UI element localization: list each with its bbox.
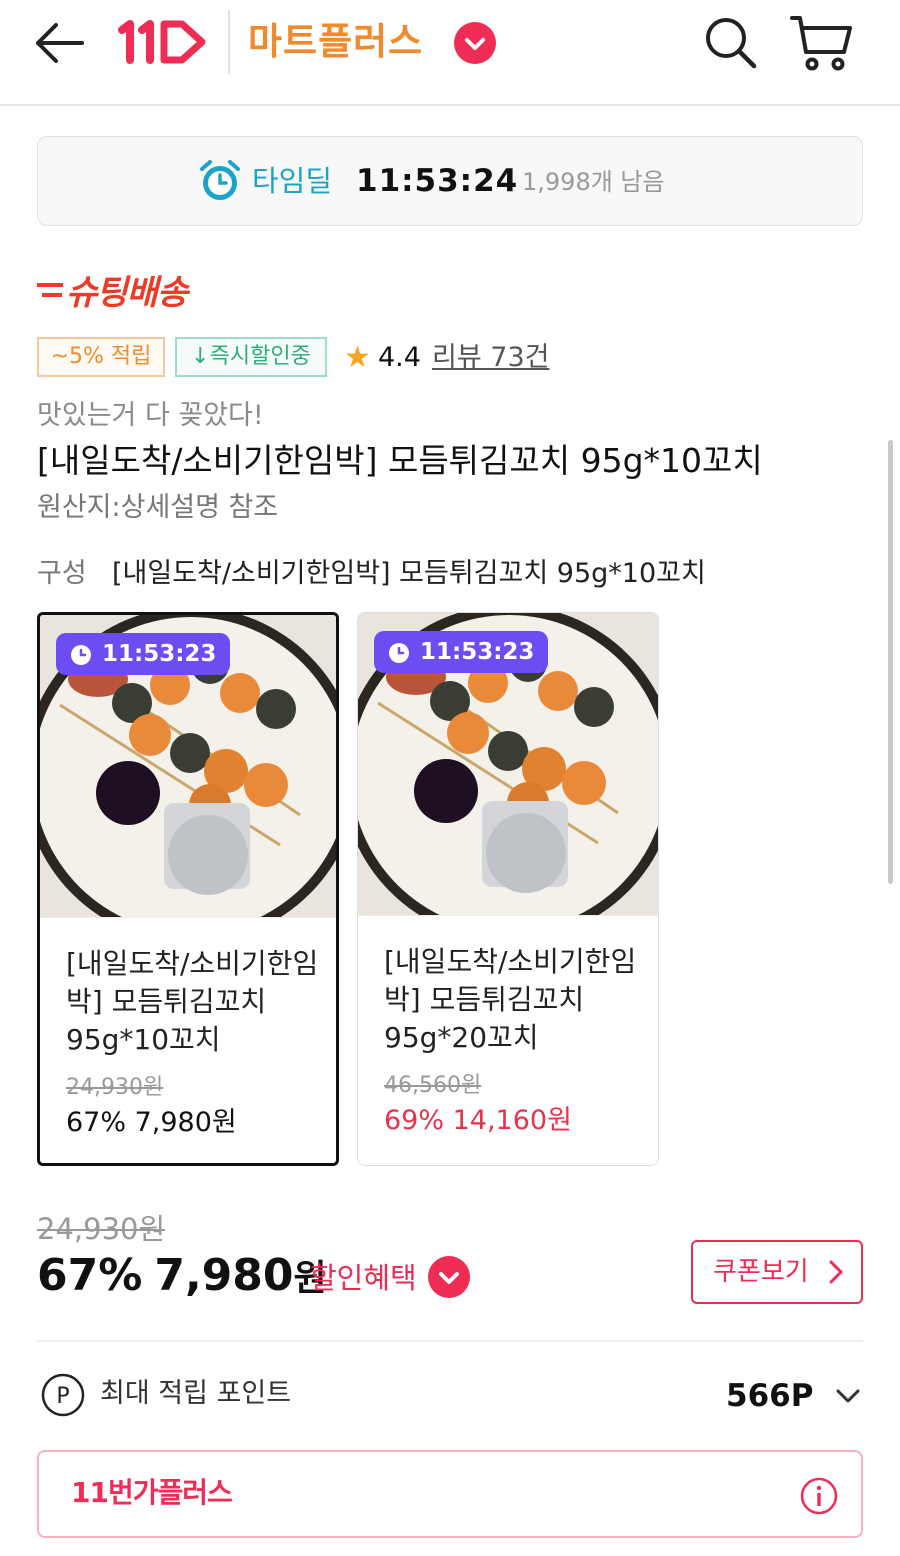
arrow-left-icon: [36, 23, 84, 63]
star-icon: ★: [344, 340, 371, 375]
original-price: 24,930원: [37, 1212, 166, 1246]
alarm-clock-icon: [389, 643, 409, 663]
svg-text:P: P: [56, 1384, 69, 1409]
search-icon: [706, 18, 757, 69]
product-title: [내일도착/소비기한임박] 모듬튀김꼬치 95g*10꼬치: [37, 441, 763, 480]
timedeal-remaining-count: 1,998개 남음: [522, 168, 665, 196]
membership-label: 11번가플러스: [71, 1476, 233, 1509]
option-sale-price: 69% 14,160원: [384, 1105, 572, 1136]
benefit-dropdown-button[interactable]: [428, 1256, 470, 1298]
chevron-down-icon: [439, 1272, 459, 1284]
speed-line-decoration: [37, 283, 63, 287]
chevron-down-icon[interactable]: [834, 1386, 862, 1406]
composition-value: [내일도착/소비기한임박] 모듬튀김꼬치 95g*10꼬치: [112, 558, 706, 589]
section-divider: [37, 1340, 863, 1342]
chevron-down-icon: [465, 38, 485, 50]
option-card-10[interactable]: 11:53:23 [내일도착/소비기한임박] 모듬튀김꼬치 95g*10꼬치 2…: [37, 612, 339, 1166]
store-name[interactable]: 마트플러스: [248, 16, 423, 68]
alarm-clock-icon: [198, 159, 242, 203]
option-timer-text: 11:53:23: [102, 641, 217, 667]
option-card-20[interactable]: 11:53:23 [내일도착/소비기한임박] 모듬튀김꼬치 95g*20꼬치 4…: [357, 612, 659, 1166]
card-divider: [358, 915, 658, 916]
membership-banner[interactable]: 11번가플러스: [37, 1450, 863, 1538]
instant-discount-badge: ↓즉시할인중: [175, 337, 327, 377]
max-points-value: 566P: [726, 1378, 814, 1414]
top-header: 마트플러스: [0, 0, 900, 106]
option-timer-text: 11:53:23: [420, 639, 535, 665]
point-coin-icon: P: [40, 1372, 86, 1418]
option-title: [내일도착/소비기한임박] 모듬튀김꼬치 95g*10꼬치: [66, 947, 319, 1056]
shooting-delivery-badge: 슈팅배송: [66, 273, 188, 313]
point-rate-badge: ~5% 적립: [37, 337, 165, 377]
review-count-link[interactable]: 리뷰 73건: [432, 340, 549, 376]
product-subtitle: 맛있는거 다 꽂았다!: [37, 400, 264, 431]
option-timer: 11:53:23: [374, 631, 549, 673]
discount-rate: 67%: [37, 1250, 143, 1301]
final-price-row: 67% 7,980 원: [37, 1248, 327, 1304]
option-timer: 11:53:23: [56, 633, 231, 675]
option-title: [내일도착/소비기한임박] 모듬튀김꼬치 95g*20꼬치: [384, 945, 637, 1054]
info-icon[interactable]: [799, 1476, 839, 1516]
alarm-clock-icon: [71, 645, 91, 665]
speed-line-decoration: [42, 293, 62, 297]
cart-icon: [790, 16, 852, 71]
store-dropdown-button[interactable]: [454, 22, 496, 64]
coupon-button-label: 쿠폰보기: [713, 1257, 809, 1287]
card-divider: [40, 917, 336, 918]
max-points-label: 최대 적립 포인트: [100, 1378, 292, 1409]
cart-button[interactable]: [788, 12, 854, 72]
product-origin: 원산지:상세설명 참조: [37, 492, 279, 523]
timedeal-label: 타임딜: [252, 164, 333, 198]
back-button[interactable]: [30, 18, 90, 68]
option-original-price: 24,930원: [66, 1075, 164, 1100]
product-image: 11:53:23: [358, 613, 658, 915]
search-button[interactable]: [700, 12, 760, 72]
timedeal-banner[interactable]: 타임딜 11:53:24 1,998개 남음: [37, 136, 863, 226]
option-sale-price: 67% 7,980원: [66, 1107, 237, 1138]
scrollbar[interactable]: [888, 440, 893, 884]
discount-benefit-link[interactable]: 할인혜택: [310, 1258, 417, 1298]
chevron-right-icon: [829, 1260, 843, 1284]
product-image: 11:53:23: [40, 615, 336, 917]
header-divider: [228, 10, 230, 74]
11st-logo[interactable]: [116, 16, 208, 68]
composition-label: 구성: [37, 558, 87, 589]
final-price: 7,980: [154, 1250, 294, 1301]
rating-value: 4.4: [378, 342, 421, 373]
timedeal-countdown: 11:53:24: [356, 163, 519, 199]
option-original-price: 46,560원: [384, 1073, 482, 1098]
